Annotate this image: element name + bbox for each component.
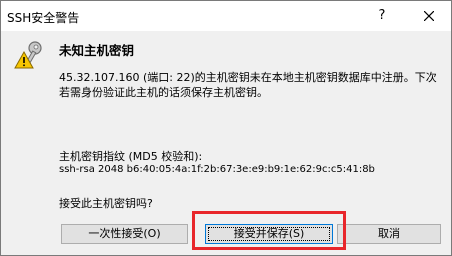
cancel-button[interactable]: 取消 <box>337 224 441 244</box>
dialog-heading: 未知主机密钥 <box>59 43 135 58</box>
close-icon <box>424 11 434 21</box>
accept-once-button[interactable]: 一次性接受(O) <box>61 224 188 244</box>
red-highlight-annotation <box>192 211 346 250</box>
accept-question: 接受此主机密钥吗? <box>59 197 153 210</box>
fingerprint-label: 主机密钥指纹 (MD5 校验和): <box>59 150 203 163</box>
key-warning-icon <box>14 41 42 69</box>
window-title: SSH安全警告 <box>7 11 80 25</box>
help-button[interactable]: ? <box>371 5 393 27</box>
ssh-warning-dialog: SSH安全警告 ? 未知主机密钥 45.32.107.160 (端口: 22)的… <box>0 0 452 256</box>
fingerprint-value: ssh-rsa 2048 b6:40:05:4a:1f:2b:67:3e:e9:… <box>59 164 375 175</box>
close-button[interactable] <box>418 5 440 27</box>
dialog-message: 45.32.107.160 (端口: 22)的主机密钥未在本地主机密钥数据库中注… <box>59 71 437 99</box>
title-bar: SSH安全警告 ? <box>1 1 451 31</box>
